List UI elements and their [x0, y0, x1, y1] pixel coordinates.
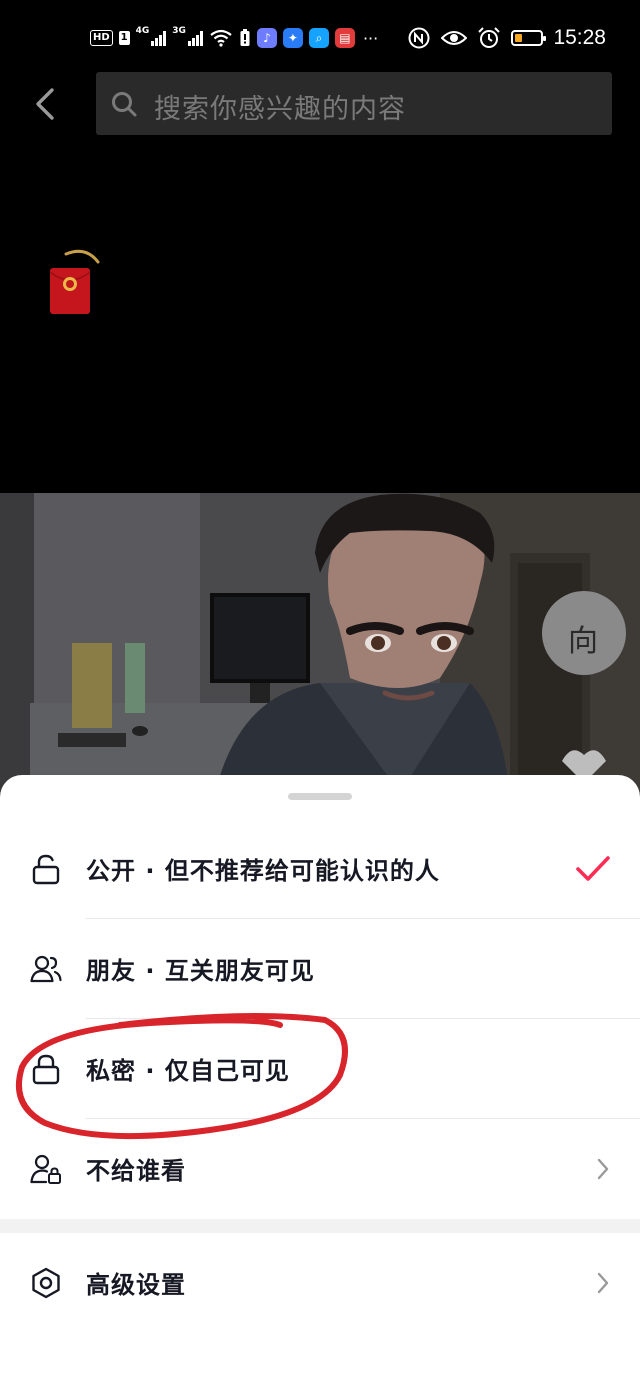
nfc-icon	[408, 27, 430, 49]
search-input[interactable]: 搜索你感兴趣的内容	[96, 72, 612, 135]
network-type-2: 3G	[172, 26, 186, 36]
status-bar: HD 1 4G 3G ♪ ✦ ⌕ ▤ ··· 15:28	[0, 0, 640, 72]
battery-icon	[511, 30, 547, 46]
top-bar: 搜索你感兴趣的内容	[0, 72, 640, 138]
battery-saver-icon	[240, 29, 250, 46]
advanced-settings-label: 高级设置	[86, 1271, 186, 1299]
search-app-icon: ⌕	[308, 28, 329, 48]
wifi-icon	[210, 29, 232, 47]
drag-handle[interactable]	[288, 793, 352, 800]
visibility-bottom-sheet: 公开 · 但不推荐给可能认识的人 朋友 · 互关朋友可见 私密 · 仅自己可见	[0, 775, 640, 1387]
battery-level	[515, 34, 523, 42]
alarm-icon	[478, 27, 501, 48]
option-private-label: 私密 · 仅自己可见	[86, 1057, 290, 1085]
status-right: 15:28	[407, 22, 606, 54]
lock-icon	[32, 1054, 60, 1085]
option-friends[interactable]: 朋友 · 互关朋友可见	[0, 919, 640, 1019]
back-arrow-icon	[36, 88, 54, 120]
option-public[interactable]: 公开 · 但不推荐给可能认识的人	[0, 819, 640, 919]
signal-icon	[151, 30, 167, 46]
hd-badge: HD	[90, 30, 113, 46]
option-public-label: 公开 · 但不推荐给可能认识的人	[86, 857, 440, 885]
search-placeholder: 搜索你感兴趣的内容	[154, 94, 406, 125]
option-hide-from[interactable]: 不给谁看	[0, 1119, 640, 1219]
search-icon	[112, 92, 137, 117]
svg-text:向: 向	[568, 624, 598, 659]
book-app-icon: ▤	[334, 28, 355, 48]
hexagon-settings-icon	[32, 1267, 60, 1299]
chevron-right-icon	[597, 1158, 609, 1180]
option-hide-from-label: 不给谁看	[86, 1157, 186, 1185]
option-friends-label: 朋友 · 互关朋友可见	[86, 957, 315, 985]
unlock-icon	[32, 854, 60, 885]
red-packet-icon[interactable]	[50, 248, 102, 316]
status-left: HD 1 4G 3G ♪ ✦ ⌕ ▤ ···	[90, 26, 378, 50]
section-separator	[0, 1219, 640, 1233]
music-app-icon: ♪	[256, 28, 277, 48]
video-preview: 向	[0, 493, 640, 793]
signal-icon-2	[187, 30, 203, 46]
sim-badge: 1	[118, 31, 130, 45]
chevron-right-icon	[597, 1272, 609, 1294]
friends-icon	[30, 955, 62, 983]
eye-comfort-icon	[441, 31, 468, 45]
advanced-settings[interactable]: 高级设置	[0, 1233, 640, 1333]
user-lock-icon	[30, 1154, 61, 1184]
more-notifications: ···	[362, 28, 379, 48]
bulb-app-icon: ✦	[282, 28, 303, 48]
option-private[interactable]: 私密 · 仅自己可见	[0, 1019, 640, 1119]
clock: 15:28	[553, 26, 606, 49]
checkmark-icon	[576, 856, 610, 881]
network-type-1: 4G	[135, 26, 150, 36]
back-button[interactable]	[26, 84, 66, 124]
